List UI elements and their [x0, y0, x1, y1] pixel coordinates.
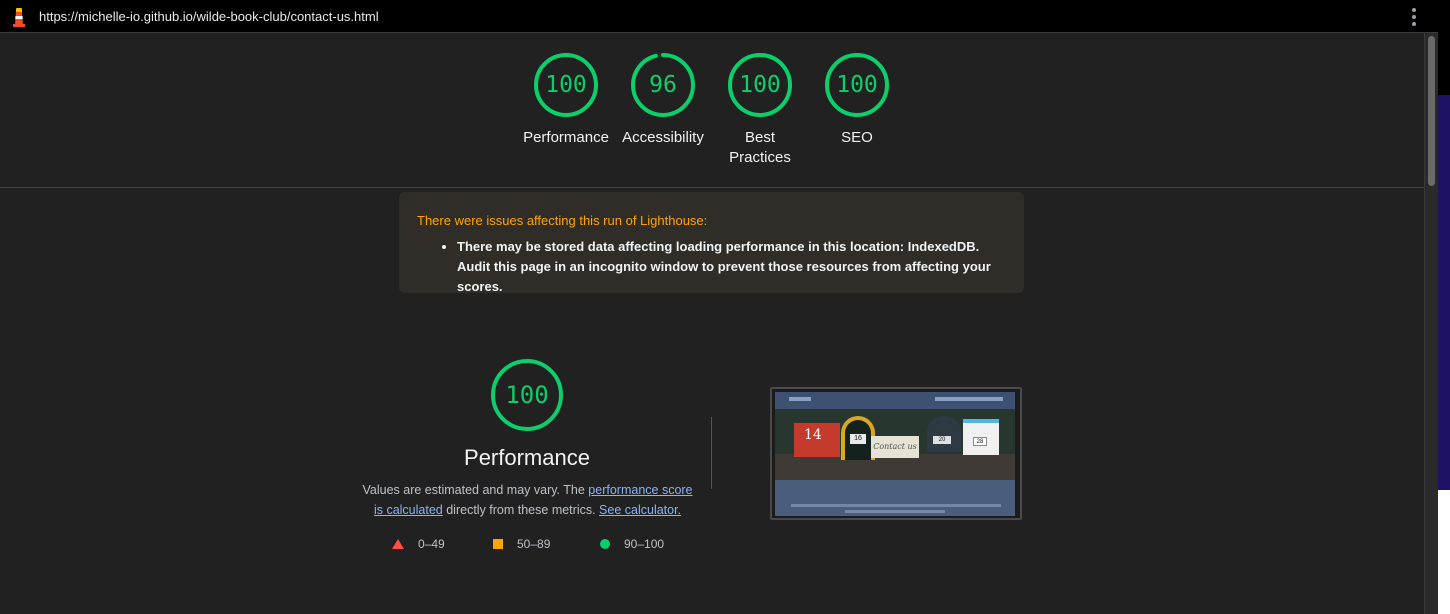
thumbnail-hero-image: 14 16 Contact us 20 28 [775, 409, 1015, 480]
triangle-icon [392, 539, 404, 549]
gauge-score: 100 [545, 72, 587, 98]
performance-description: Values are estimated and may vary. The p… [360, 480, 695, 520]
desc-prefix: Values are estimated and may vary. The [362, 483, 589, 497]
warning-list: There may be stored data affecting loadi… [417, 237, 1006, 297]
warning-title: There were issues affecting this run of … [417, 213, 708, 228]
gauge-score: 100 [836, 72, 878, 98]
lighthouse-icon [13, 8, 25, 27]
gauge-label: Accessibility [622, 129, 704, 146]
gauge-score: 96 [649, 72, 677, 98]
thumbnail-text-line [845, 510, 945, 513]
kebab-menu-icon[interactable] [1405, 8, 1423, 26]
url-text[interactable]: https://michelle-io.github.io/wilde-book… [39, 9, 379, 24]
performance-score: 100 [505, 381, 549, 409]
url-bar: https://michelle-io.github.io/wilde-book… [0, 0, 1440, 33]
legend-fail: 0–49 [392, 537, 445, 551]
legend-range: 50–89 [517, 537, 551, 551]
warning-item: There may be stored data affecting loadi… [457, 237, 1006, 297]
gauge-label: Performance [523, 129, 609, 146]
gauge-label: SEO [841, 129, 873, 146]
mailbox-dark: 20 [927, 416, 961, 452]
legend-range: 90–100 [624, 537, 665, 551]
warning-box: There were issues affecting this run of … [399, 192, 1024, 294]
legend-pass: 90–100 [600, 537, 664, 551]
gauge-best-practices[interactable]: 100 Best Practices [710, 52, 810, 168]
gauge-accessibility[interactable]: 96 Accessibility [613, 52, 713, 148]
gauge-seo[interactable]: 100 SEO [807, 52, 907, 148]
vertical-divider [711, 417, 712, 489]
desc-middle: directly from these metrics. [442, 503, 600, 517]
thumbnail-page: 14 16 Contact us 20 28 [775, 392, 1015, 516]
final-screenshot-thumbnail[interactable]: 14 16 Contact us 20 28 [770, 387, 1022, 520]
contact-us-sign: Contact us [871, 436, 919, 458]
mailbox-red: 14 [794, 423, 840, 457]
thumbnail-nav [775, 392, 1015, 409]
mailbox-arch: 16 [841, 416, 875, 460]
gauge-label: Best Practices [729, 129, 791, 166]
legend-average: 50–89 [493, 537, 550, 551]
see-calculator-link[interactable]: See calculator. [599, 503, 681, 517]
mailbox-white: 28 [963, 419, 999, 455]
gauge-score: 100 [739, 72, 781, 98]
scrollbar-thumb[interactable] [1428, 36, 1435, 186]
square-icon [493, 539, 503, 549]
adjacent-window-edge [1438, 0, 1450, 614]
performance-title: Performance [464, 445, 590, 470]
legend-range: 0–49 [418, 537, 445, 551]
circle-icon [600, 539, 610, 549]
gauge-performance[interactable]: 100 Performance [516, 52, 616, 148]
scrollbar[interactable] [1424, 33, 1438, 614]
section-divider [0, 187, 1424, 188]
thumbnail-text-line [791, 504, 1001, 507]
